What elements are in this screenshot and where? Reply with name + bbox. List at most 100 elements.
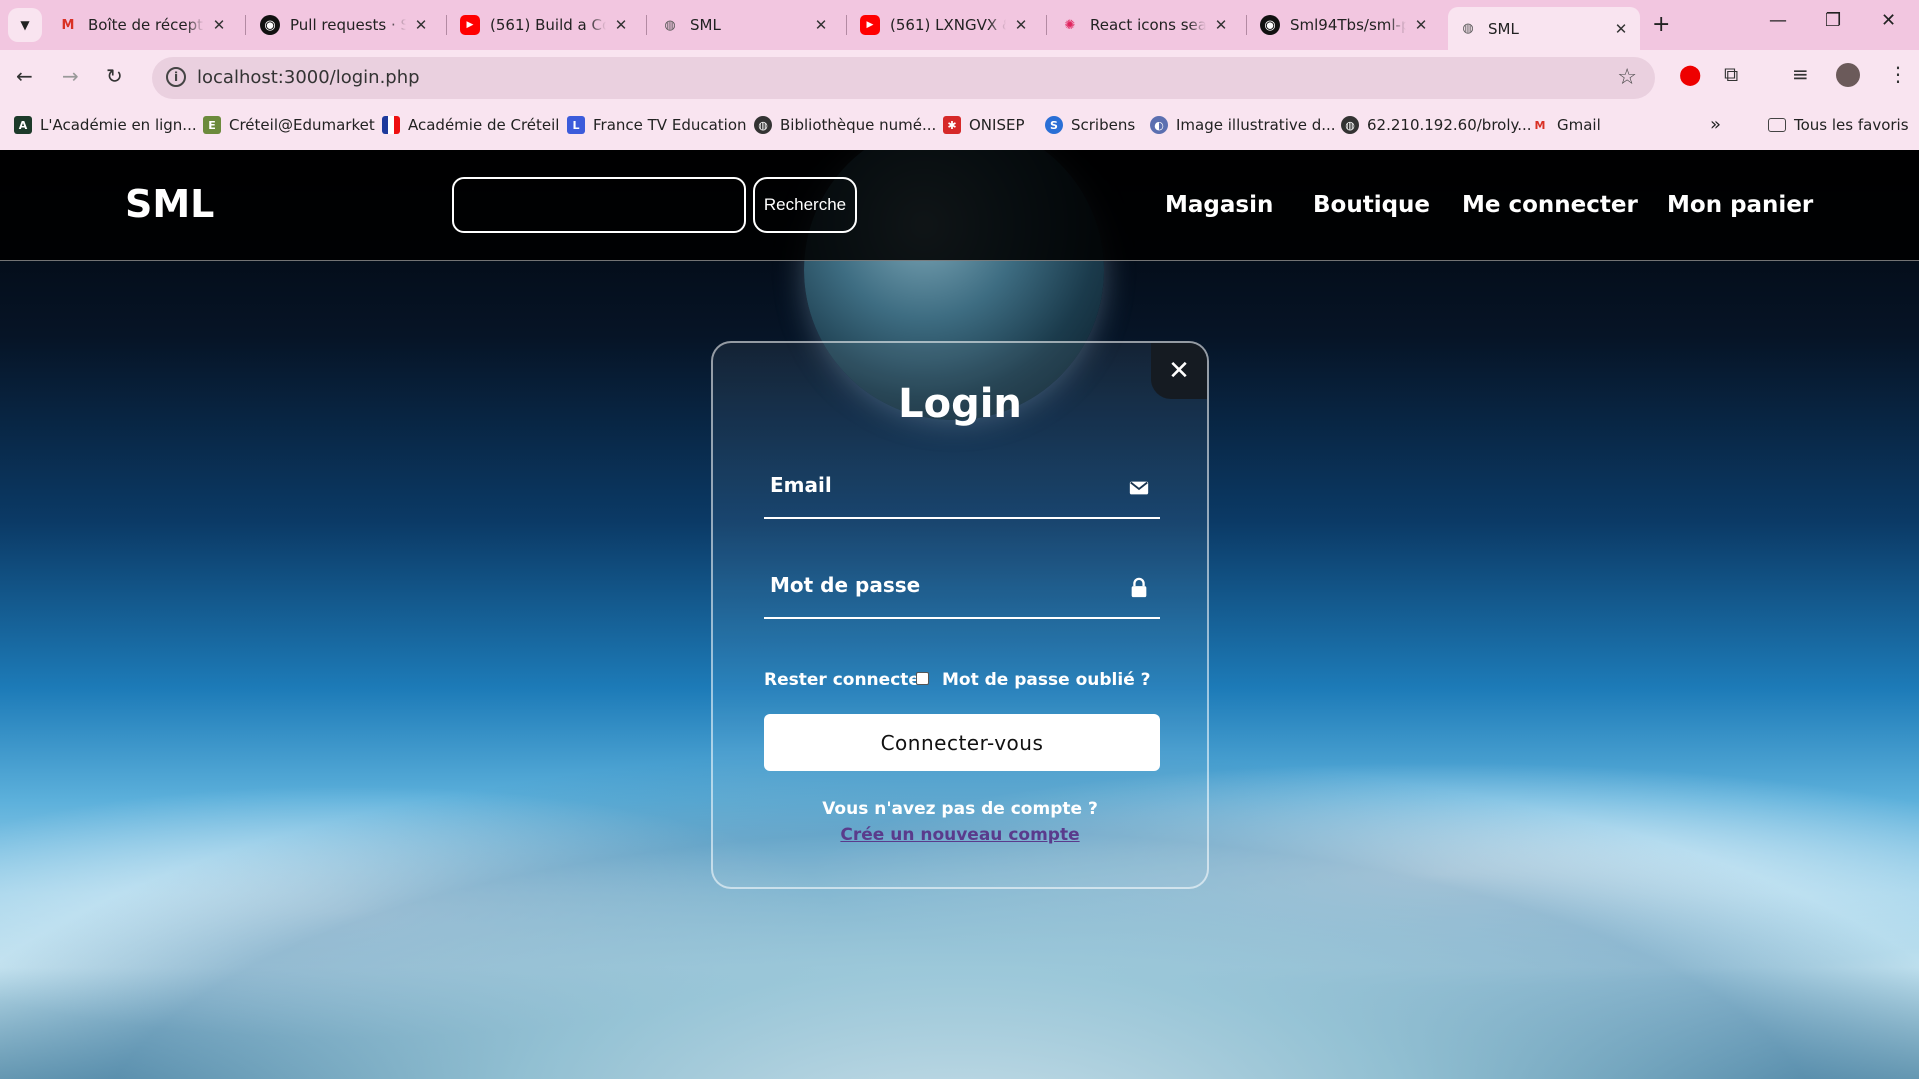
tab-separator bbox=[245, 15, 246, 35]
bookmark-item[interactable]: Académie de Créteil bbox=[382, 116, 559, 134]
new-tab-button[interactable]: + bbox=[1652, 12, 1670, 37]
tab-title: Sml94Tbs/sml-project bbox=[1290, 16, 1406, 34]
nav-link-me-connecter[interactable]: Me connecter bbox=[1462, 192, 1638, 218]
reload-icon[interactable]: ↻ bbox=[106, 64, 123, 88]
profile-avatar[interactable] bbox=[1836, 63, 1860, 87]
close-tab-icon[interactable]: ✕ bbox=[210, 16, 228, 34]
bookmark-item[interactable]: ✱ ONISEP bbox=[943, 116, 1025, 134]
tab-title: (561) LXNGVX & bbox=[890, 16, 1006, 34]
login-options: Rester connecter Mot de passe oublié ? bbox=[764, 670, 1160, 696]
tab-search-chevron-icon[interactable]: ▼ bbox=[8, 8, 42, 42]
globe-icon: ◍ bbox=[1341, 116, 1359, 134]
bookmarks-bar: A L'Académie en lign... E Créteil@Edumar… bbox=[0, 106, 1919, 150]
register-link[interactable]: Crée un nouveau compte bbox=[713, 825, 1207, 845]
close-tab-icon[interactable]: ✕ bbox=[1012, 16, 1030, 34]
bookmark-item[interactable]: E Créteil@Edumarket bbox=[203, 116, 375, 134]
image-icon: ◐ bbox=[1150, 116, 1168, 134]
tab-youtube-1[interactable]: ▶ (561) Build a Complete ✕ bbox=[450, 7, 640, 43]
bookmark-label: Bibliothèque numé... bbox=[780, 116, 937, 134]
site-header: SML Recherche Magasin Boutique Me connec… bbox=[0, 150, 1919, 261]
edumarket-icon: E bbox=[203, 116, 221, 134]
minimize-window-icon[interactable]: — bbox=[1769, 10, 1787, 31]
academie-icon: A bbox=[14, 116, 32, 134]
bookmark-star-icon[interactable]: ☆ bbox=[1617, 65, 1637, 90]
search-input[interactable] bbox=[452, 177, 746, 233]
remember-me-label[interactable]: Rester connecter bbox=[764, 670, 928, 690]
tab-sml[interactable]: ◍ SML ✕ bbox=[650, 7, 840, 43]
all-bookmarks-folder[interactable]: Tous les favoris bbox=[1768, 116, 1909, 134]
page-background: SML Recherche Magasin Boutique Me connec… bbox=[0, 150, 1919, 1079]
opera-extension-icon[interactable]: ⬤ bbox=[1679, 62, 1701, 86]
nav-link-magasin[interactable]: Magasin bbox=[1165, 192, 1273, 218]
email-field[interactable]: Email bbox=[764, 463, 1160, 519]
github-icon: ◉ bbox=[1260, 15, 1280, 35]
login-submit-button[interactable]: Connecter-vous bbox=[764, 714, 1160, 771]
scribens-icon: S bbox=[1045, 116, 1063, 134]
tab-title: SML bbox=[690, 16, 721, 34]
youtube-icon: ▶ bbox=[460, 15, 480, 35]
tab-separator bbox=[1246, 15, 1247, 35]
browser-menu-icon[interactable]: ⋮ bbox=[1888, 62, 1908, 86]
close-tab-icon[interactable]: ✕ bbox=[1612, 20, 1630, 38]
react-icon: ✺ bbox=[1064, 17, 1076, 33]
bookmark-item[interactable]: ◍ 62.210.192.60/broly... bbox=[1341, 116, 1532, 134]
tab-title: React icons search bbox=[1090, 16, 1206, 34]
bookmark-item[interactable]: L France TV Education bbox=[567, 116, 747, 134]
mail-icon bbox=[1129, 481, 1149, 495]
address-bar[interactable]: i localhost:3000/login.php ☆ bbox=[152, 57, 1655, 99]
bookmark-item[interactable]: A L'Académie en lign... bbox=[14, 116, 197, 134]
back-arrow-icon[interactable]: ← bbox=[16, 64, 33, 88]
browser-tab-bar: ▼ M Boîte de réception ✕ ◉ Pull requests… bbox=[0, 0, 1919, 50]
tab-separator bbox=[1046, 15, 1047, 35]
globe-icon: ◍ bbox=[754, 116, 772, 134]
tab-react-icons[interactable]: ✺ React icons search ✕ bbox=[1050, 7, 1240, 43]
bookmark-item[interactable]: M Gmail bbox=[1531, 116, 1601, 134]
bookmark-label: 62.210.192.60/broly... bbox=[1367, 116, 1532, 134]
republique-flag-icon bbox=[382, 116, 400, 134]
gmail-icon: M bbox=[1534, 118, 1546, 132]
close-window-icon[interactable]: ✕ bbox=[1881, 10, 1896, 31]
bookmark-item[interactable]: ◍ Bibliothèque numé... bbox=[754, 116, 936, 134]
close-tab-icon[interactable]: ✕ bbox=[1412, 16, 1430, 34]
extensions-puzzle-icon[interactable]: ⧉ bbox=[1724, 62, 1738, 86]
bookmark-item[interactable]: S Scribens bbox=[1045, 116, 1135, 134]
restore-window-icon[interactable]: ❐ bbox=[1825, 10, 1841, 31]
login-card: ✕ Login Email Mot de passe Rester connec… bbox=[711, 341, 1209, 889]
nav-link-mon-panier[interactable]: Mon panier bbox=[1667, 192, 1813, 218]
globe-icon: ◍ bbox=[1462, 21, 1474, 36]
bookmark-label: ONISEP bbox=[969, 116, 1025, 134]
site-logo[interactable]: SML bbox=[125, 182, 214, 226]
media-queue-icon[interactable]: ≡ bbox=[1792, 62, 1809, 86]
forward-arrow-icon[interactable]: → bbox=[62, 64, 79, 88]
lock-icon bbox=[1131, 577, 1147, 598]
bookmark-label: Scribens bbox=[1071, 116, 1136, 134]
github-icon: ◉ bbox=[260, 15, 280, 35]
browser-toolbar: ← → ↻ i localhost:3000/login.php ☆ ⬤ ⧉ ≡… bbox=[0, 50, 1919, 106]
nav-link-boutique[interactable]: Boutique bbox=[1313, 192, 1430, 218]
bookmark-label: Image illustrative d... bbox=[1176, 116, 1336, 134]
close-tab-icon[interactable]: ✕ bbox=[1212, 16, 1230, 34]
forgot-password-link[interactable]: Mot de passe oublié ? bbox=[942, 670, 1151, 690]
url-text[interactable]: localhost:3000/login.php bbox=[197, 67, 420, 88]
bookmark-item[interactable]: ◐ Image illustrative d... bbox=[1150, 116, 1336, 134]
youtube-icon: ▶ bbox=[860, 15, 880, 35]
password-field[interactable]: Mot de passe bbox=[764, 563, 1160, 619]
tab-github-pull-requests[interactable]: ◉ Pull requests · Sml94Tbs ✕ bbox=[250, 7, 440, 43]
bookmark-label: Académie de Créteil bbox=[408, 116, 560, 134]
remember-me-checkbox[interactable] bbox=[916, 672, 929, 685]
bookmarks-overflow-chevron-icon[interactable]: » bbox=[1710, 114, 1721, 135]
globe-icon: ◍ bbox=[664, 17, 676, 33]
france-tv-icon: L bbox=[567, 116, 585, 134]
tab-title: SML bbox=[1488, 19, 1519, 38]
tab-youtube-2[interactable]: ▶ (561) LXNGVX & ✕ bbox=[850, 7, 1040, 43]
onisep-icon: ✱ bbox=[943, 116, 961, 134]
site-info-icon[interactable]: i bbox=[166, 67, 186, 87]
close-tab-icon[interactable]: ✕ bbox=[612, 16, 630, 34]
bookmark-label: L'Académie en lign... bbox=[40, 116, 197, 134]
tab-sml-active[interactable]: ◍ SML ✕ bbox=[1448, 7, 1640, 50]
tab-github-repo[interactable]: ◉ Sml94Tbs/sml-project ✕ bbox=[1250, 7, 1440, 43]
close-tab-icon[interactable]: ✕ bbox=[812, 16, 830, 34]
tab-gmail[interactable]: M Boîte de réception ✕ bbox=[48, 7, 238, 43]
search-button[interactable]: Recherche bbox=[753, 177, 857, 233]
close-tab-icon[interactable]: ✕ bbox=[412, 16, 430, 34]
